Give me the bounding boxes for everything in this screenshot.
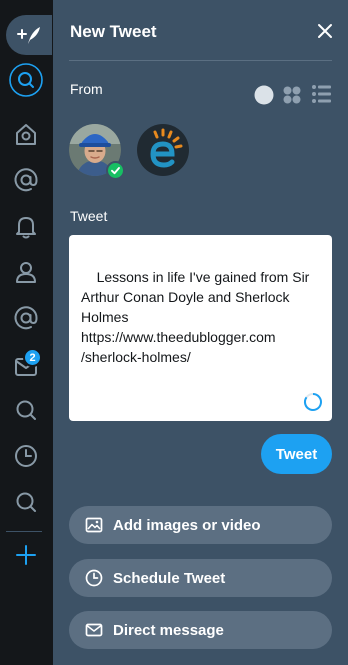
search-column-button-3[interactable] — [5, 484, 47, 520]
add-images-label: Add images or video — [113, 516, 261, 534]
tweet-text: Lessons in life I've gained from Sir Art… — [81, 269, 313, 365]
direct-message-label: Direct message — [113, 621, 224, 639]
account-view-toggles — [253, 83, 333, 105]
close-icon — [318, 24, 332, 38]
sidebar-rail: 2 — [0, 0, 53, 665]
circle-view-icon[interactable] — [254, 85, 274, 105]
edublogger-logo-icon — [150, 128, 183, 168]
messages-badge: 2 — [23, 348, 42, 367]
compose-icon — [17, 27, 40, 44]
scheduled-icon — [15, 445, 37, 467]
new-tweet-panel: New Tweet From Tweet Lessons in life I'v… — [53, 0, 348, 665]
schedule-tweet-label: Schedule Tweet — [113, 569, 226, 587]
home-icon — [16, 124, 36, 145]
account-avatar-2[interactable] — [137, 124, 189, 176]
search-column-button-2[interactable] — [5, 392, 47, 428]
header-divider — [69, 60, 332, 61]
list-view-icon[interactable] — [312, 85, 331, 103]
character-count-ring-icon — [303, 393, 322, 411]
search-icon — [16, 492, 36, 512]
schedule-tweet-button[interactable]: Schedule Tweet — [69, 559, 332, 597]
compose-button[interactable] — [6, 15, 52, 55]
mentions-icon — [14, 168, 38, 192]
user-icon — [16, 262, 36, 283]
image-icon — [85, 517, 103, 533]
panel-title: New Tweet — [70, 22, 157, 41]
from-label: From — [70, 81, 103, 97]
mentions-column-button-2[interactable] — [5, 300, 47, 336]
mentions-column-button[interactable] — [5, 162, 47, 198]
mentions-icon — [14, 306, 38, 330]
home-column-button[interactable] — [5, 116, 47, 152]
selected-check-icon — [106, 161, 125, 180]
notifications-column-button[interactable] — [5, 208, 47, 244]
tweet-label: Tweet — [70, 208, 108, 224]
user-column-button[interactable] — [5, 254, 47, 290]
add-images-button[interactable]: Add images or video — [69, 506, 332, 544]
grid-view-icon[interactable] — [283, 86, 301, 104]
add-column-button[interactable] — [5, 537, 47, 573]
search-icon — [9, 63, 43, 97]
tweet-button[interactable]: Tweet — [261, 434, 332, 474]
scheduled-column-button[interactable] — [5, 438, 47, 474]
close-button[interactable] — [314, 20, 336, 42]
search-column-button[interactable] — [5, 62, 47, 98]
add-column-icon — [16, 545, 36, 565]
direct-message-button[interactable]: Direct message — [69, 611, 332, 649]
envelope-icon — [85, 623, 103, 637]
search-icon — [16, 400, 36, 420]
notifications-icon — [16, 217, 36, 239]
tweet-textarea[interactable]: Lessons in life I've gained from Sir Art… — [69, 235, 332, 421]
clock-icon — [85, 569, 103, 587]
rail-divider — [6, 531, 42, 532]
